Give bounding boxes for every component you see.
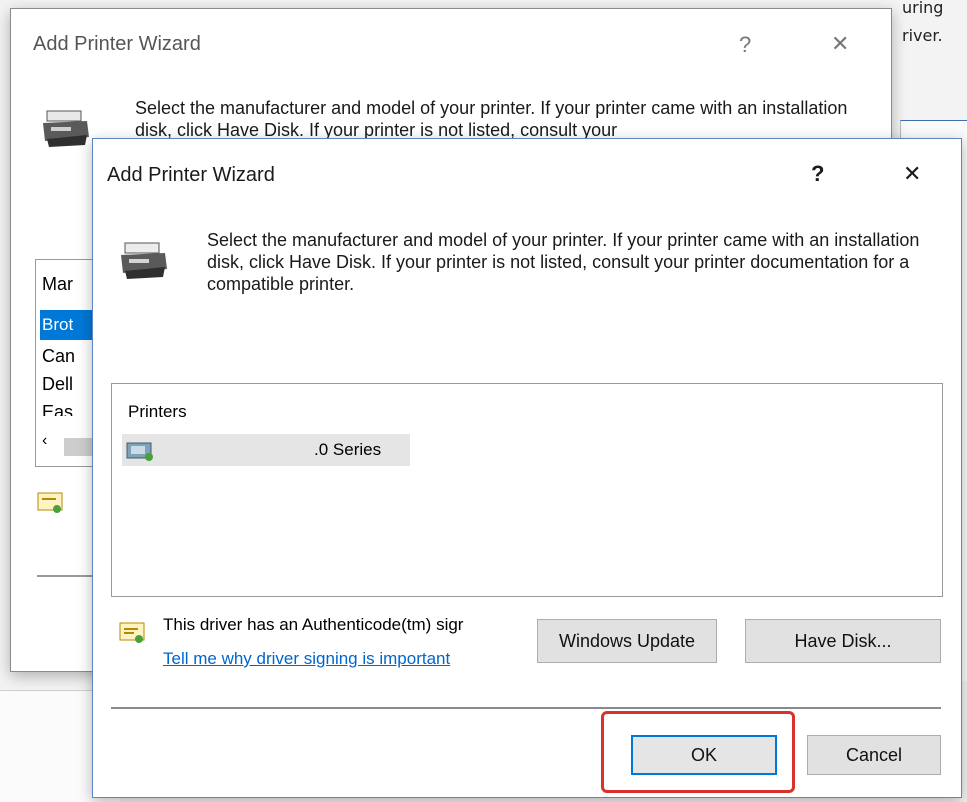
add-printer-wizard-dialog: Add Printer Wizard ? ✕ Select the manufa… <box>92 138 962 798</box>
have-disk-button[interactable]: Have Disk... <box>745 619 941 663</box>
back-window-title: Add Printer Wizard <box>33 33 201 55</box>
printer-icon <box>117 241 169 286</box>
cancel-button[interactable]: Cancel <box>807 735 941 775</box>
driver-signing-link[interactable]: Tell me why driver signing is important <box>163 649 450 669</box>
back-list-item[interactable]: Dell <box>42 374 73 395</box>
background-text-line2: river. <box>902 26 943 45</box>
printers-list[interactable]: Printers .0 Series <box>111 383 943 597</box>
printers-list-header: Printers <box>128 402 187 421</box>
dialog-description: Select the manufacturer and model of you… <box>207 230 920 294</box>
back-list-item[interactable]: Can <box>42 346 75 367</box>
help-button[interactable]: ? <box>811 163 824 185</box>
printer-driver-icon <box>126 440 156 467</box>
printer-list-item[interactable]: .0 Series <box>122 434 410 466</box>
back-list-item[interactable]: Eas <box>42 402 73 416</box>
dialog-separator <box>111 707 941 709</box>
background-text-line1: uring <box>902 0 944 17</box>
back-printer-icon <box>39 109 91 154</box>
close-button[interactable]: ✕ <box>903 163 921 185</box>
ok-button[interactable]: OK <box>631 735 777 775</box>
screenshot-root: { "background": { "right_text_line1": "u… <box>0 0 967 802</box>
signature-status-text: This driver has an Authenticode(tm) sigr <box>163 615 464 634</box>
dialog-titlebar: Add Printer Wizard ? ✕ <box>93 139 961 203</box>
back-list-header: Mar <box>42 274 73 294</box>
back-close-button[interactable]: ✕ <box>831 33 849 55</box>
back-description: Select the manufacturer and model of you… <box>135 98 848 140</box>
certificate-icon <box>119 621 147 650</box>
back-help-button[interactable]: ? <box>739 34 751 56</box>
back-titlebar: Add Printer Wizard ? ✕ <box>11 9 891 69</box>
back-certificate-icon <box>37 491 65 520</box>
dialog-title: Add Printer Wizard <box>107 164 275 186</box>
printer-item-label: .0 Series <box>314 440 382 459</box>
windows-update-button[interactable]: Windows Update <box>537 619 717 663</box>
back-scroll-left-arrow[interactable]: ‹ <box>42 432 47 450</box>
